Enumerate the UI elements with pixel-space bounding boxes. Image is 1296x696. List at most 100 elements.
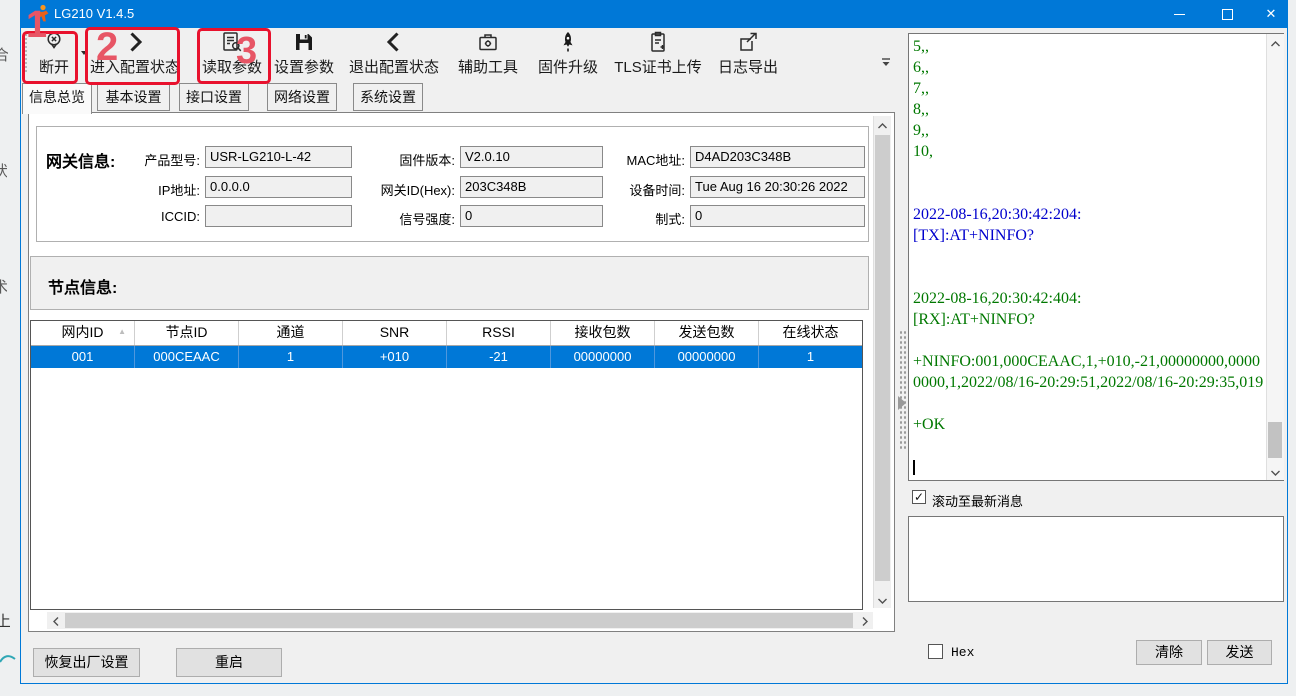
field-value-network-mode[interactable]: 0 [690, 205, 865, 227]
floppy-save-icon [272, 30, 336, 54]
column-header-node-id[interactable]: 节点ID [135, 321, 239, 345]
cell-node-id: 000CEAAC [135, 346, 239, 368]
column-header-tx-packets[interactable]: 发送包数 [655, 321, 759, 345]
reboot-button[interactable]: 重启 [176, 648, 282, 677]
field-value-firmware-version[interactable]: V2.0.10 [460, 146, 603, 168]
node-table-header: 网内ID▲ 节点ID 通道 SNR RSSI 接收包数 发送包数 在线状态 [31, 321, 862, 346]
column-header-rssi[interactable]: RSSI [447, 321, 551, 345]
node-table: 网内ID▲ 节点ID 通道 SNR RSSI 接收包数 发送包数 在线状态 00… [30, 320, 863, 610]
toolbar-button-firmware-upgrade[interactable]: 固件升级 [536, 30, 600, 76]
log-line: 9,, [913, 120, 1265, 141]
annotation-number-3: 3 [236, 32, 257, 70]
maximize-icon [1222, 9, 1233, 20]
tab-system-settings[interactable]: 系统设置 [353, 83, 423, 111]
column-header-online-status[interactable]: 在线状态 [759, 321, 862, 345]
tab-network-settings[interactable]: 网络设置 [267, 83, 337, 111]
toolbox-icon [456, 30, 520, 54]
field-value-device-time[interactable]: Tue Aug 16 20:30:26 2022 [690, 176, 865, 198]
minimize-icon [1174, 14, 1185, 15]
title-bar[interactable]: LG210 V1.4.5 ✕ [20, 0, 1288, 28]
background-glyph: 术 [0, 276, 7, 297]
scroll-left-button[interactable] [47, 612, 64, 629]
send-button[interactable]: 发送 [1207, 640, 1272, 665]
scrollbar-thumb[interactable] [65, 613, 853, 628]
panel-splitter[interactable] [899, 330, 906, 450]
cell-snr: +010 [343, 346, 447, 368]
clear-button[interactable]: 清除 [1136, 640, 1202, 665]
close-button[interactable]: ✕ [1252, 0, 1290, 28]
node-table-row-selected[interactable]: 001 000CEAAC 1 +010 -21 00000000 0000000… [31, 346, 862, 368]
cell-rx-packets: 00000000 [551, 346, 655, 368]
toolbar-button-set-params[interactable]: 设置参数 [272, 30, 336, 76]
scroll-right-button[interactable] [856, 612, 873, 629]
field-value-ip-address[interactable]: 0.0.0.0 [205, 176, 352, 198]
scroll-down-button[interactable] [1267, 463, 1283, 480]
toolbar-overflow-button[interactable] [878, 56, 894, 74]
log-line: 2022-08-16,20:30:42:204: [913, 204, 1265, 225]
log-line: 6,, [913, 57, 1265, 78]
toolbar-button-label: 退出配置状态 [346, 56, 442, 77]
splitter-collapse-icon[interactable] [898, 396, 906, 410]
log-line [913, 393, 1265, 414]
certificate-icon [612, 30, 704, 54]
minimize-button[interactable] [1160, 0, 1198, 28]
log-vertical-scrollbar[interactable] [1266, 34, 1284, 480]
node-info-title: 节点信息: [48, 274, 117, 298]
field-label-signal-strength: 信号强度: [370, 209, 455, 228]
column-header-channel[interactable]: 通道 [239, 321, 343, 345]
node-info-strip [30, 256, 869, 310]
autoscroll-checkbox[interactable]: ✓ [912, 490, 926, 504]
factory-reset-button[interactable]: 恢复出厂设置 [33, 648, 140, 677]
toolbar-button-label: TLS证书上传 [612, 56, 704, 77]
column-header-network-id[interactable]: 网内ID▲ [31, 321, 135, 345]
panel-vertical-scrollbar[interactable] [873, 116, 891, 608]
background-curve [0, 650, 16, 666]
scroll-up-button[interactable] [874, 116, 891, 133]
field-value-iccid[interactable] [205, 205, 352, 227]
toolbar-button-exit-config[interactable]: 退出配置状态 [346, 30, 442, 76]
log-line: 10, [913, 141, 1265, 162]
hex-label: Hex [951, 645, 974, 660]
field-value-mac-address[interactable]: D4AD203C348B [690, 146, 865, 168]
tab-interface-settings[interactable]: 接口设置 [179, 83, 249, 111]
toolbar-button-tls-upload[interactable]: TLS证书上传 [612, 30, 704, 76]
scrollbar-thumb[interactable] [1268, 422, 1282, 458]
field-label-gateway-id: 网关ID(Hex): [355, 180, 455, 199]
log-caret-line [913, 456, 1265, 477]
column-header-snr[interactable]: SNR [343, 321, 447, 345]
export-icon [716, 30, 780, 54]
log-line: +NINFO:001,000CEAAC,1,+010,-21,00000000,… [913, 351, 1265, 393]
column-header-rx-packets[interactable]: 接收包数 [551, 321, 655, 345]
scroll-up-button[interactable] [1267, 34, 1283, 51]
field-label-ip-address: IP地址: [110, 180, 200, 199]
window-title: LG210 V1.4.5 [54, 6, 134, 21]
log-output-area[interactable]: 5,, 6,, 7,, 8,, 9,, 10, 2022-08-16,20:30… [908, 33, 1284, 481]
log-line [913, 330, 1265, 351]
cell-network-id: 001 [31, 346, 135, 368]
background-glyph: 状 [0, 160, 7, 181]
log-line [913, 162, 1265, 183]
gateway-info-title: 网关信息: [46, 148, 115, 172]
send-input-area[interactable] [908, 516, 1284, 602]
field-label-mac-address: MAC地址: [605, 150, 685, 169]
field-label-firmware-version: 固件版本: [370, 150, 455, 169]
cell-channel: 1 [239, 346, 343, 368]
cell-online-status: 1 [759, 346, 862, 368]
field-value-gateway-id[interactable]: 203C348B [460, 176, 603, 198]
panel-horizontal-scrollbar[interactable] [47, 612, 873, 629]
maximize-button[interactable] [1208, 0, 1246, 28]
field-label-iccid: ICCID: [110, 209, 200, 224]
log-line: 5,, [913, 36, 1265, 57]
field-value-signal-strength[interactable]: 0 [460, 205, 603, 227]
hex-checkbox[interactable] [928, 644, 943, 659]
scroll-down-button[interactable] [874, 591, 891, 608]
log-line: +OK [913, 414, 1265, 435]
tab-basic-settings[interactable]: 基本设置 [97, 83, 170, 111]
text-caret [913, 460, 915, 475]
scrollbar-thumb[interactable] [875, 135, 890, 581]
toolbar-button-aux-tools[interactable]: 辅助工具 [456, 30, 520, 76]
log-line: [RX]:AT+NINFO? [913, 309, 1265, 330]
tab-info-overview[interactable]: 信息总览 [22, 83, 92, 114]
toolbar-button-log-export[interactable]: 日志导出 [716, 30, 780, 76]
field-value-product-model[interactable]: USR-LG210-L-42 [205, 146, 352, 168]
